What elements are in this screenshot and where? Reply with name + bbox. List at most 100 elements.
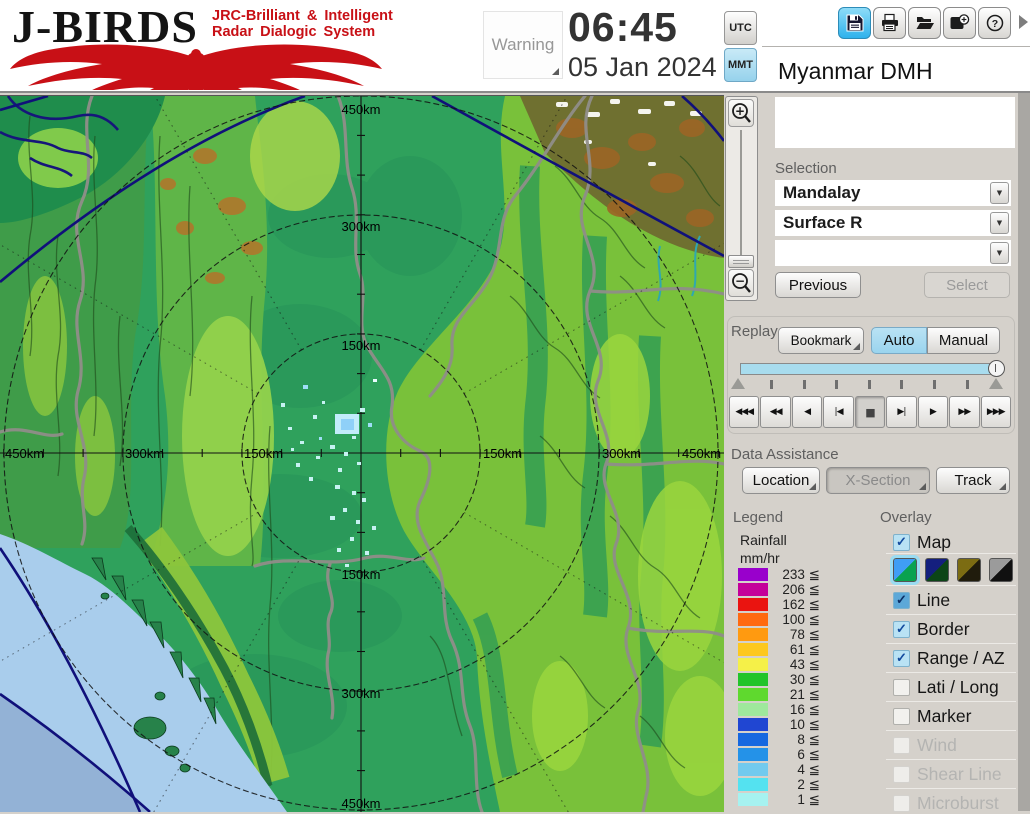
legend-swatch — [738, 763, 768, 776]
forward-fast-button[interactable]: ▶▶▶ — [981, 396, 1011, 428]
radar-echo — [357, 462, 361, 465]
legend-value: 43 ≦ — [770, 657, 820, 673]
checkbox[interactable]: ✓ — [893, 592, 910, 609]
overlay-item-border[interactable]: ✓Border — [893, 618, 970, 640]
mmt-toggle-button[interactable]: MMT — [724, 48, 757, 82]
product-dropdown[interactable]: Surface R ▼ — [775, 210, 1011, 236]
legend-value: 162 ≦ — [770, 597, 820, 613]
location-button[interactable]: Location — [742, 467, 820, 494]
slider-start-marker-icon[interactable] — [731, 378, 745, 389]
bookmark-button[interactable]: Bookmark — [778, 327, 864, 354]
previous-button[interactable]: Previous — [775, 272, 861, 298]
map-style-swatch[interactable] — [957, 558, 981, 582]
map-zoom-control: + − — [725, 96, 758, 301]
slider-tick — [966, 380, 969, 389]
radar-echo — [352, 436, 356, 439]
track-button[interactable]: Track — [936, 467, 1010, 494]
slider-tick — [868, 380, 871, 389]
overlay-item-label: Wind — [917, 735, 957, 756]
utc-toggle-button[interactable]: UTC — [724, 11, 757, 45]
range-ring-label: 150km — [341, 338, 380, 353]
zoom-in-button[interactable]: + — [728, 99, 754, 127]
legend-swatch — [738, 748, 768, 761]
overlay-item-marker[interactable]: Marker — [893, 705, 971, 727]
zoom-out-icon: − — [729, 271, 753, 295]
checkbox[interactable] — [893, 766, 910, 783]
radar-echo — [352, 491, 356, 495]
slider-tick — [803, 380, 806, 389]
map-style-swatch[interactable] — [893, 558, 917, 582]
x-section-button[interactable]: X-Section — [826, 467, 930, 494]
stop-button[interactable]: ■ — [855, 396, 885, 428]
overlay-item-range-az[interactable]: ✓ Range / AZ — [893, 647, 1005, 669]
station-field[interactable]: Myanmar DMH — [768, 50, 1018, 91]
manual-mode-button[interactable]: Manual — [927, 327, 1000, 354]
legend-value: 206 ≦ — [770, 582, 820, 598]
overlay-item-shear-line[interactable]: Shear Line — [893, 763, 1002, 785]
svg-text:−: − — [735, 274, 745, 288]
checkbox[interactable] — [893, 737, 910, 754]
checkbox[interactable] — [893, 795, 910, 812]
chevron-down-icon[interactable]: ▼ — [990, 242, 1009, 264]
legend-swatch — [738, 733, 768, 746]
option-dropdown[interactable]: ▼ — [775, 240, 1011, 266]
range-ring-label: 150km — [244, 446, 283, 461]
radar-echo — [368, 423, 372, 427]
legend-swatch — [738, 568, 768, 581]
help-button[interactable]: ? — [978, 7, 1011, 39]
track-label: Track — [955, 472, 992, 489]
checkbox[interactable]: ✓ — [893, 650, 910, 667]
overlay-item-lati-long[interactable]: Lati / Long — [893, 676, 999, 698]
panel-collapse-arrow-icon[interactable] — [1019, 15, 1028, 29]
play-button[interactable]: ▶ — [918, 396, 948, 428]
zoom-slider-track[interactable] — [740, 130, 742, 260]
radar-map[interactable]: 450km300km150km150km300km450km450km300km… — [0, 95, 724, 812]
radar-echo — [335, 485, 340, 489]
warning-button[interactable]: Warning — [483, 11, 563, 79]
print-button[interactable] — [873, 7, 906, 39]
capture-add-button[interactable] — [943, 7, 976, 39]
replay-slider-thumb[interactable] — [988, 360, 1005, 377]
overlay-item-label: Marker — [917, 706, 971, 727]
legend-swatch — [738, 658, 768, 671]
rewind-button[interactable]: ◀◀ — [760, 396, 790, 428]
map-style-swatch[interactable] — [989, 558, 1013, 582]
select-button[interactable]: Select — [924, 272, 1010, 298]
legend-value: 21 ≦ — [770, 687, 820, 703]
chevron-down-icon[interactable]: ▼ — [990, 182, 1009, 204]
step-forward-button[interactable]: ▶| — [886, 396, 916, 428]
radar-echo — [337, 548, 341, 552]
step-back-button[interactable]: |◀ — [823, 396, 853, 428]
chevron-down-icon[interactable]: ▼ — [990, 212, 1009, 234]
range-ring-label: 150km — [341, 567, 380, 582]
checkbox[interactable] — [893, 708, 910, 725]
play-reverse-button[interactable]: ◀ — [792, 396, 822, 428]
bookmark-label: Bookmark — [791, 333, 852, 348]
save-icon — [845, 13, 865, 33]
checkbox[interactable]: ✓ — [893, 621, 910, 638]
open-file-button[interactable] — [908, 7, 941, 39]
corner-triangle-icon — [999, 483, 1006, 490]
overlay-item-line[interactable]: ✓Line — [893, 589, 950, 611]
radar-echo — [362, 498, 366, 502]
site-dropdown[interactable]: Mandalay ▼ — [775, 180, 1011, 206]
slider-end-marker-icon[interactable] — [989, 378, 1003, 389]
zoom-out-button[interactable]: − — [728, 269, 754, 297]
save-button[interactable] — [838, 7, 871, 39]
overlay-item-label: Range / AZ — [917, 648, 1005, 669]
rewind-fast-button[interactable]: ◀◀◀ — [729, 396, 759, 428]
radar-echo — [345, 564, 349, 567]
checkbox[interactable]: ✓ — [893, 534, 910, 551]
auto-mode-button[interactable]: Auto — [871, 327, 927, 354]
checkbox[interactable] — [893, 679, 910, 696]
map-style-swatch[interactable] — [925, 558, 949, 582]
legend-value: 61 ≦ — [770, 642, 820, 658]
forward-button[interactable]: ▶▶ — [949, 396, 979, 428]
radar-echo — [288, 427, 292, 430]
replay-slider-track[interactable] — [740, 363, 1002, 375]
zoom-slider-thumb[interactable] — [728, 255, 754, 268]
radar-echo — [343, 508, 347, 512]
overlay-item-map[interactable]: ✓Map — [893, 531, 951, 553]
overlay-item-wind[interactable]: Wind — [893, 734, 957, 756]
x-section-label: X-Section — [845, 472, 910, 489]
